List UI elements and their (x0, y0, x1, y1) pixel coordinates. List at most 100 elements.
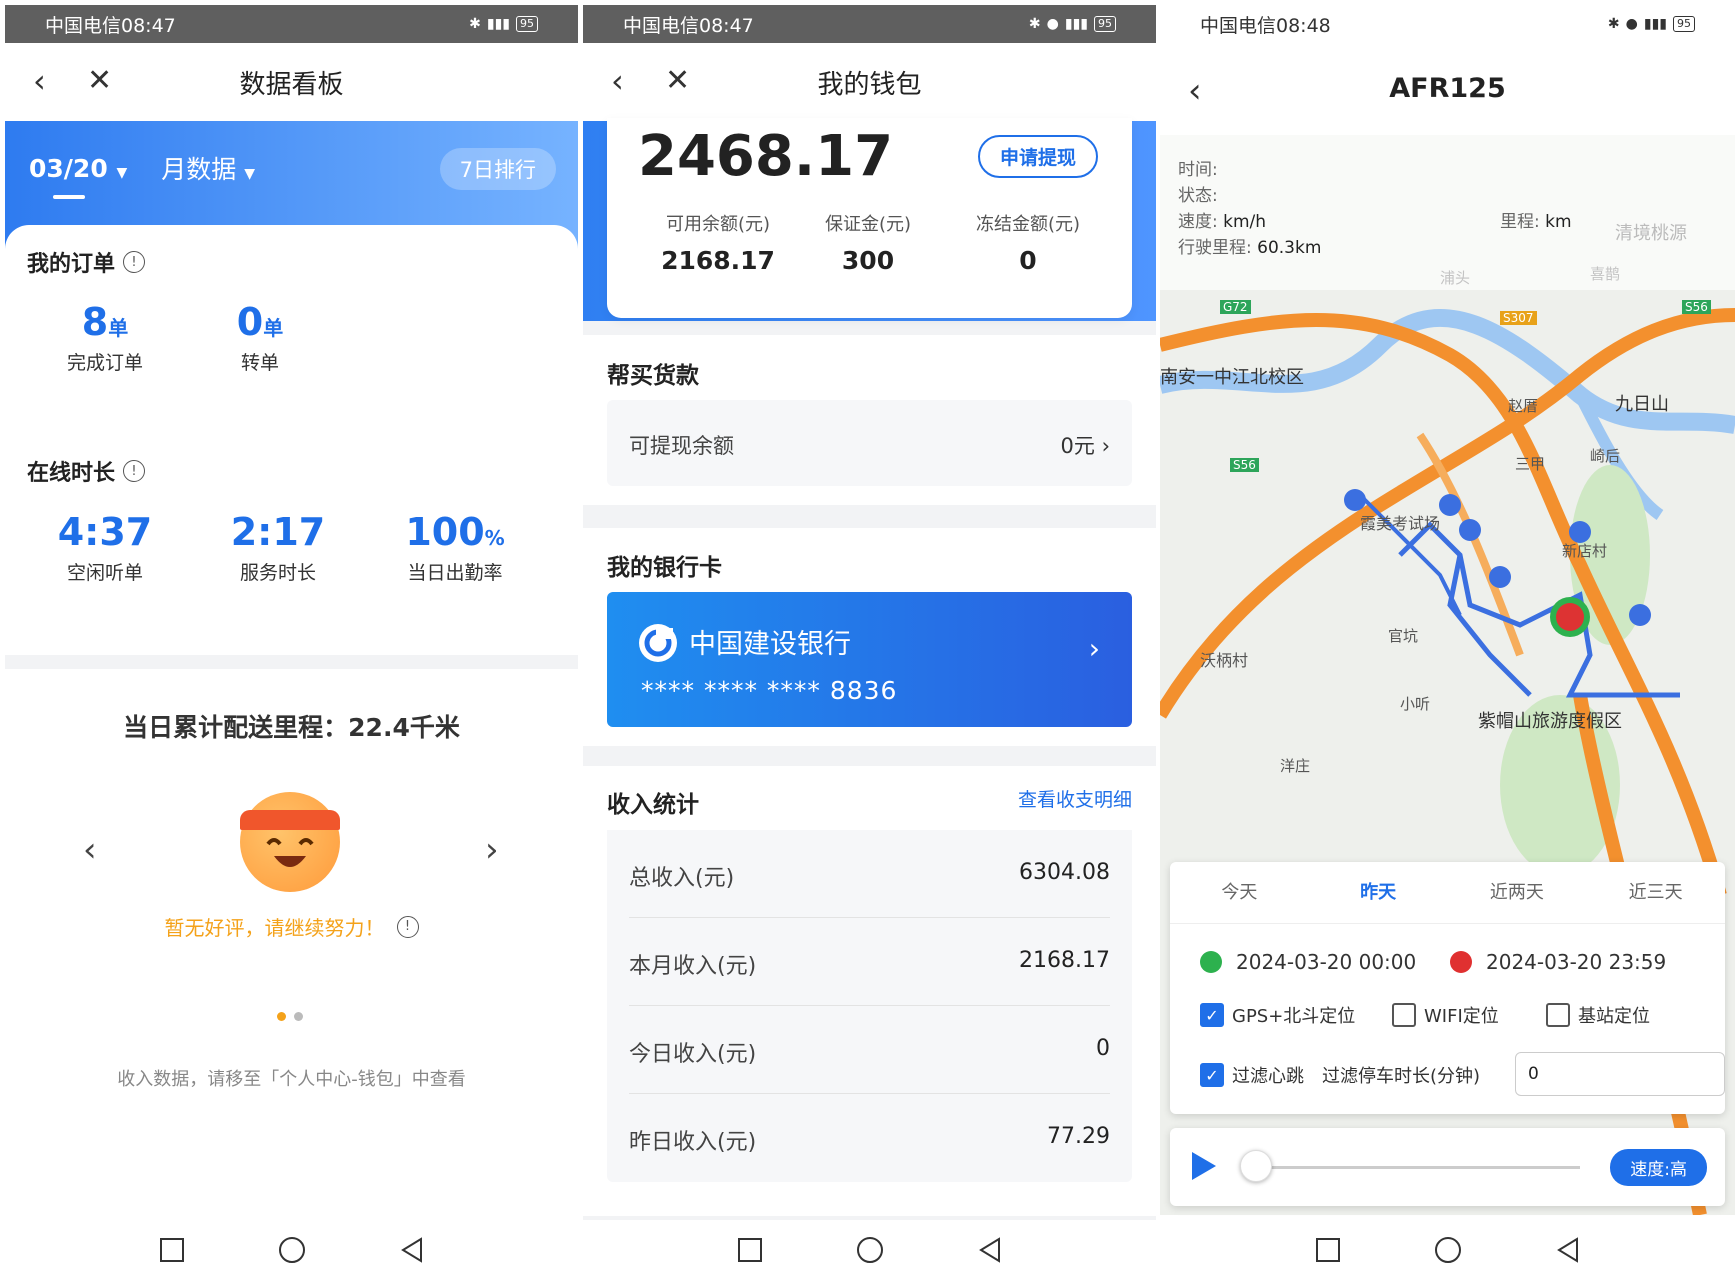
withdraw-button[interactable]: 申请提现 (977, 135, 1098, 178)
home-icon[interactable] (1430, 1232, 1466, 1268)
back-nav-icon[interactable] (394, 1232, 430, 1268)
home-icon[interactable] (852, 1232, 888, 1268)
wifi-checkbox[interactable]: WIFI定位 (1392, 1002, 1499, 1028)
page-title: AFR125 (1389, 73, 1506, 104)
info-icon[interactable]: ! (123, 460, 146, 482)
back-nav-icon[interactable] (1550, 1232, 1586, 1268)
income-title: 收入统计 (607, 792, 699, 818)
system-nav-bar (5, 1220, 578, 1280)
map-label-town: 新店村 (1562, 542, 1608, 560)
map-label-mountain: 九日山 (1615, 394, 1669, 415)
recent-apps-icon[interactable] (154, 1232, 190, 1268)
battery-icon: 95 (516, 16, 538, 32)
carrier-time: 中国电信08:48 (1200, 14, 1331, 37)
info-icon[interactable]: ! (396, 915, 419, 938)
play-icon[interactable] (1192, 1152, 1216, 1180)
stop-duration-input[interactable]: 0 (1515, 1052, 1725, 1096)
chevron-left-icon[interactable]: ‹ (83, 830, 97, 870)
road-sign: S307 (1500, 311, 1537, 325)
gps-checkbox[interactable]: ✓ GPS+北斗定位 (1200, 1002, 1355, 1028)
chevron-right-icon: › (1088, 632, 1100, 665)
map-label-town: 洋庄 (1280, 757, 1311, 775)
recent-apps-icon[interactable] (732, 1232, 768, 1268)
income-detail-link[interactable]: 查看收支明细 (1018, 785, 1132, 812)
tab-yesterday[interactable]: 昨天 (1309, 862, 1448, 923)
mileage-text: 当日累计配送里程：22.4千米 (123, 713, 460, 742)
slider-handle[interactable] (1240, 1150, 1272, 1182)
mileage-label: 里程: (1500, 212, 1540, 232)
stat-service-time: 2:17 服务时长 (230, 510, 326, 584)
signal-icon: ▮▮▮ (1064, 16, 1088, 32)
map-label-town: 霞美考试场 (1360, 514, 1441, 533)
map-label-town: 赵厝 (1508, 397, 1539, 415)
online-title: 在线时长 ! (27, 455, 146, 487)
bank-name: 中国建设银行 (689, 629, 851, 660)
stat-completed-orders: 8单 完成订单 (66, 300, 143, 374)
bank-card[interactable]: 中国建设银行 **** **** **** 8836 › (607, 592, 1132, 727)
frozen-amount: 冻结金额(元) 0 (975, 214, 1081, 275)
signal-icon: ▮▮▮ (1643, 16, 1667, 32)
checkbox-icon (1392, 1003, 1416, 1027)
map-label-town: 崎后 (1590, 447, 1621, 465)
back-nav-icon[interactable] (972, 1232, 1008, 1268)
playback-slider[interactable] (1250, 1166, 1580, 1169)
tab-today[interactable]: 今天 (1170, 862, 1309, 923)
system-nav-bar (583, 1220, 1156, 1280)
recent-apps-icon[interactable] (1310, 1232, 1346, 1268)
end-time-picker[interactable]: 2024-03-20 23:59 (1450, 950, 1666, 974)
ccb-logo-icon (639, 624, 677, 662)
location-icon: ● (1625, 16, 1638, 32)
income-row-today: 今日收入(元) 0 (607, 1006, 1132, 1094)
status-bar: 中国电信08:47 ✱ ● ▮▮▮ 95 (583, 5, 1156, 43)
date-selector[interactable]: 03/20 ▼ (29, 154, 127, 183)
info-icon[interactable]: ! (123, 251, 146, 273)
orders-title: 我的订单 ! (27, 246, 146, 278)
carrier-time: 中国电信08:47 (623, 14, 754, 37)
battery-icon: 95 (1673, 16, 1695, 32)
speed-button[interactable]: 速度:高 (1610, 1149, 1707, 1186)
stat-attendance-rate: 100% 当日出勤率 (405, 510, 505, 584)
battery-icon: 95 (1094, 16, 1116, 32)
tab-indicator (53, 195, 85, 199)
map-label-school: 南安一中江北校区 (1160, 367, 1304, 388)
checkbox-checked-icon: ✓ (1200, 1003, 1224, 1027)
caret-down-icon: ▼ (244, 166, 255, 182)
cell-checkbox[interactable]: 基站定位 (1546, 1002, 1650, 1028)
income-row-yesterday: 昨日收入(元) 77.29 (607, 1094, 1132, 1182)
system-nav-bar (1160, 1220, 1735, 1280)
playback-panel: 速度:高 (1170, 1128, 1725, 1206)
income-hint: 收入数据，请移至「个人中心-钱包」中查看 (117, 1069, 466, 1090)
clock-icon (1450, 951, 1472, 973)
income-row-month: 本月收入(元) 2168.17 (607, 918, 1132, 1006)
start-time-picker[interactable]: 2024-03-20 00:00 (1200, 950, 1416, 974)
tab-three-days[interactable]: 近三天 (1586, 862, 1725, 923)
carrier-time: 中国电信08:47 (45, 14, 176, 37)
nav-bar: ‹ AFR125 (1160, 43, 1735, 135)
page-title: 我的钱包 (817, 69, 922, 100)
stats-card (5, 225, 578, 665)
rank-button[interactable]: 7日排行 (439, 148, 556, 190)
bluetooth-icon: ✱ (469, 16, 481, 32)
bluetooth-icon: ✱ (1607, 16, 1620, 32)
wallet-screen: 中国电信08:47 ✱ ● ▮▮▮ 95 ‹ ✕ 我的钱包 2468.17 申请… (583, 0, 1156, 1280)
location-icon: ● (1046, 16, 1059, 32)
income-row-total: 总收入(元) 6304.08 (607, 830, 1132, 918)
caret-down-icon: ▼ (116, 164, 128, 181)
period-selector[interactable]: 月数据 ▼ (161, 150, 255, 186)
chevron-right-icon[interactable]: › (485, 830, 499, 870)
clock-icon (1200, 951, 1222, 973)
home-icon[interactable] (274, 1232, 310, 1268)
total-balance: 2468.17 (638, 124, 894, 189)
map-label-town: 三甲 (1515, 455, 1546, 473)
date-tabs: 今天 昨天 近两天 近三天 (1170, 862, 1725, 924)
heartbeat-filter-checkbox[interactable]: ✓ 过滤心跳 (1200, 1062, 1304, 1088)
chevron-right-icon: › (1101, 434, 1110, 458)
bank-title: 我的银行卡 (607, 555, 722, 581)
nav-bar: ‹ ✕ 数据看板 (5, 43, 578, 121)
withdrawable-row[interactable]: 可提现余额 0元 › (607, 400, 1132, 486)
tab-two-days[interactable]: 近两天 (1448, 862, 1587, 923)
map-label-town: 小听 (1400, 695, 1431, 713)
bluetooth-icon: ✱ (1028, 16, 1041, 32)
nav-bar: ‹ ✕ 我的钱包 (583, 43, 1156, 121)
map-label-town: 清境桃源 (1615, 223, 1687, 244)
